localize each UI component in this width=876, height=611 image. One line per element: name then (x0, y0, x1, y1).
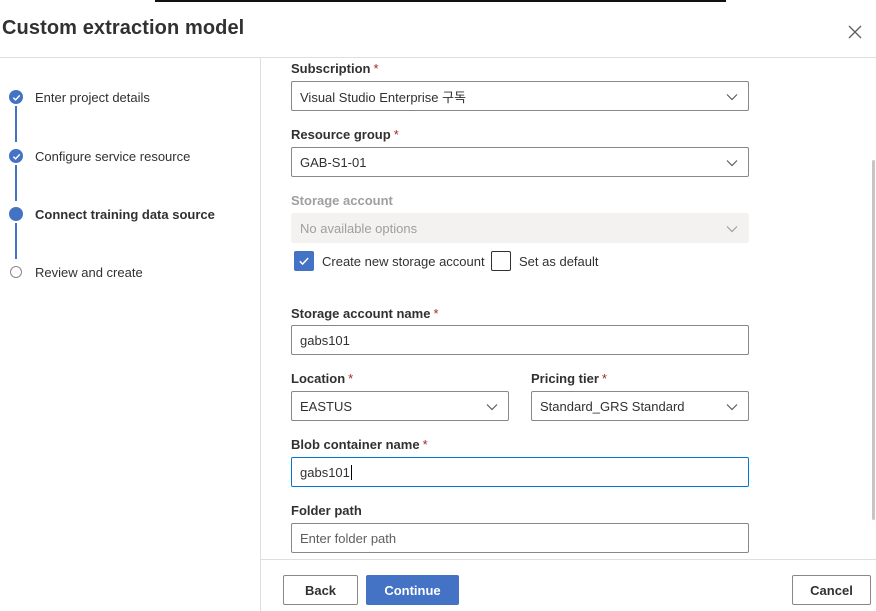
step-label: Connect training data source (35, 206, 215, 222)
text-cursor (350, 464, 352, 480)
set-as-default-checkbox[interactable]: Set as default (491, 251, 599, 271)
close-icon (848, 25, 862, 39)
header-divider (0, 57, 876, 58)
step-enter-project-details[interactable]: Enter project details (9, 87, 150, 107)
storage-account-name-label: Storage account name * (291, 306, 439, 321)
pricing-tier-dropdown[interactable]: Standard_GRS Standard (531, 391, 749, 421)
required-mark: * (601, 371, 607, 386)
required-mark: * (422, 437, 428, 452)
step-review-and-create[interactable]: Review and create (9, 262, 143, 282)
resource-group-dropdown[interactable]: GAB-S1-01 (291, 147, 749, 177)
required-mark: * (393, 127, 399, 142)
resource-group-label: Resource group * (291, 127, 399, 142)
blob-container-name-label: Blob container name * (291, 437, 428, 452)
current-step-dot-icon (9, 207, 23, 221)
step-configure-service-resource[interactable]: Configure service resource (9, 146, 190, 166)
subscription-value: Visual Studio Enterprise 구독 (300, 89, 467, 105)
checkmark-icon (9, 90, 23, 104)
blob-container-name-value: gabs101 (300, 464, 350, 480)
set-as-default-label: Set as default (519, 253, 599, 269)
create-new-storage-checkbox[interactable]: Create new storage account (294, 251, 485, 271)
location-label: Location * (291, 371, 354, 386)
step-label: Review and create (35, 264, 143, 280)
storage-account-label: Storage account (291, 193, 393, 208)
pricing-tier-label: Pricing tier * (531, 371, 607, 386)
footer-divider (261, 559, 876, 560)
step-label: Enter project details (35, 89, 150, 105)
step-connector (15, 106, 17, 142)
step-connect-training-data-source[interactable]: Connect training data source (9, 204, 215, 224)
folder-path-input[interactable]: Enter folder path (291, 523, 749, 553)
checkmark-icon (9, 149, 23, 163)
pricing-tier-value: Standard_GRS Standard (540, 398, 685, 414)
cancel-button[interactable]: Cancel (792, 575, 871, 605)
chevron-down-icon (726, 94, 738, 101)
chevron-down-icon (726, 160, 738, 167)
chevron-down-icon (726, 226, 738, 233)
chevron-down-icon (486, 404, 498, 411)
required-mark: * (348, 371, 354, 386)
required-mark: * (433, 306, 439, 321)
resource-group-value: GAB-S1-01 (300, 154, 367, 170)
dialog-title: Custom extraction model (2, 17, 245, 39)
step-connector (15, 223, 17, 259)
subscription-label: Subscription * (291, 61, 379, 76)
close-button[interactable] (843, 20, 867, 44)
step-connector (15, 165, 17, 201)
storage-account-dropdown: No available options (291, 213, 749, 243)
storage-account-name-input[interactable]: gabs101 (291, 325, 749, 355)
continue-button[interactable]: Continue (366, 575, 459, 605)
form-scrollbar[interactable] (872, 160, 875, 520)
back-button[interactable]: Back (283, 575, 358, 605)
subscription-dropdown[interactable]: Visual Studio Enterprise 구독 (291, 81, 749, 111)
pending-step-circle-icon (10, 266, 22, 278)
checkbox-unchecked-icon[interactable] (491, 251, 511, 271)
location-value: EASTUS (300, 398, 353, 414)
step-label: Configure service resource (35, 148, 191, 164)
top-edge-bar (155, 0, 726, 2)
storage-account-value: No available options (300, 220, 418, 236)
chevron-down-icon (726, 404, 738, 411)
panel-divider (260, 58, 261, 611)
storage-account-name-value: gabs101 (300, 332, 350, 348)
checkbox-checked-icon[interactable] (294, 251, 314, 271)
location-dropdown[interactable]: EASTUS (291, 391, 509, 421)
folder-path-label: Folder path (291, 503, 362, 518)
required-mark: * (373, 61, 379, 76)
create-new-storage-label: Create new storage account (322, 253, 485, 269)
blob-container-name-input[interactable]: gabs101 (291, 457, 749, 487)
folder-path-placeholder: Enter folder path (300, 530, 397, 546)
